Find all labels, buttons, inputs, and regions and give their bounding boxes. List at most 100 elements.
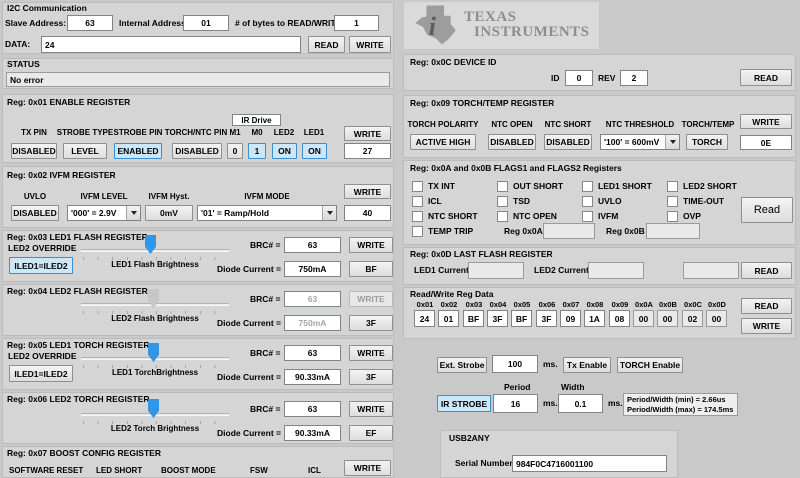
device-rev-field[interactable]: 2 <box>620 70 648 86</box>
icl-checkbox[interactable] <box>412 196 423 207</box>
regdata-value-0x07[interactable]: 09 <box>560 310 581 327</box>
uvlo-button[interactable]: DISABLED <box>11 205 59 221</box>
ovp-checkbox[interactable] <box>667 211 678 222</box>
ivfm-mode-dropdown[interactable]: '01' = Ramp/Hold <box>197 205 337 221</box>
status-group: STATUS No error <box>2 58 394 89</box>
reg03-write-button[interactable]: WRITE <box>349 237 393 253</box>
reg06-write-button[interactable]: WRITE <box>349 401 393 417</box>
temp-trip-label: TEMP TRIP <box>428 226 474 236</box>
reg04-diode-label: Diode Current = <box>217 318 281 328</box>
regdata-value-0x09[interactable]: 08 <box>609 310 630 327</box>
reg0c-device-id-group: Reg: 0x0C DEVICE ID ID 0 REV 2 READ <box>403 54 796 91</box>
tx-int-checkbox[interactable] <box>412 181 423 192</box>
m1-button[interactable]: 0 <box>227 143 243 159</box>
m0-button[interactable]: 1 <box>248 143 266 159</box>
led2-short-label: LED2 SHORT <box>683 181 737 191</box>
dropdown-arrow-icon[interactable] <box>322 206 336 220</box>
reg05-iled1-iled2-button[interactable]: ILED1=ILED2 <box>9 365 73 382</box>
ivfm-checkbox[interactable] <box>582 211 593 222</box>
regdata-value-0x04[interactable]: 3F <box>487 310 508 327</box>
ntc-open-button[interactable]: DISABLED <box>488 134 536 150</box>
time-out-checkbox[interactable] <box>667 196 678 207</box>
reg01-write-button[interactable]: WRITE <box>344 126 391 141</box>
reg0c-read-button[interactable]: READ <box>740 69 792 86</box>
ivfm-level-dropdown[interactable]: '000' = 2.9V <box>67 205 141 221</box>
regdata-value-0x03[interactable]: BF <box>463 310 484 327</box>
torch-ntc-pin-button[interactable]: DISABLED <box>172 143 222 159</box>
regdata-write-button[interactable]: WRITE <box>741 318 792 334</box>
reg0b-value-field <box>646 223 700 239</box>
led1-flash-brightness-slider[interactable] <box>81 249 229 252</box>
flags-read-button[interactable]: Read <box>741 197 793 223</box>
torch-polarity-button[interactable]: ACTIVE HIGH <box>410 134 476 150</box>
ext-strobe-ms-field[interactable]: 100 <box>492 355 538 373</box>
temp-trip-checkbox[interactable] <box>412 226 423 237</box>
tsd-checkbox[interactable] <box>497 196 508 207</box>
strobe-type-button[interactable]: LEVEL <box>63 143 107 159</box>
data-field[interactable]: 24 <box>41 36 301 53</box>
icl-flag-label: ICL <box>428 196 442 206</box>
torch-enable-button[interactable]: TORCH Enable <box>617 357 683 373</box>
regdata-value-0x08[interactable]: 1A <box>584 310 605 327</box>
reg09-write-button[interactable]: WRITE <box>740 114 792 129</box>
reg09-torch-temp-group: Reg: 0x09 TORCH/TEMP REGISTER TORCH POLA… <box>403 95 796 158</box>
i2c-read-button[interactable]: READ <box>308 36 345 53</box>
ntc-short-checkbox[interactable] <box>412 211 423 222</box>
byte-count-field[interactable]: 1 <box>334 15 379 31</box>
dropdown-arrow-icon[interactable] <box>665 135 679 149</box>
tx-enable-button[interactable]: Tx Enable <box>563 357 611 373</box>
ir-strobe-period-field[interactable]: 16 <box>493 394 538 413</box>
reg05-diode-field[interactable]: 90.33mA <box>284 369 341 385</box>
regdata-value-0x02[interactable]: 01 <box>438 310 459 327</box>
reg03-iled1-iled2-button[interactable]: ILED1=ILED2 <box>9 257 73 274</box>
reg03-diode-field[interactable]: 750mA <box>284 261 341 277</box>
reg01-value-field[interactable]: 27 <box>344 143 391 159</box>
ir-drive-label: IR Drive <box>232 114 281 126</box>
reg05-brc-field[interactable]: 63 <box>284 345 341 361</box>
regdata-header: 0x02 <box>440 300 458 309</box>
tx-pin-button[interactable]: DISABLED <box>11 143 57 159</box>
ext-strobe-button[interactable]: Ext. Strobe <box>437 357 487 373</box>
ntc-open-checkbox[interactable] <box>497 211 508 222</box>
ir-strobe-button[interactable]: IR STROBE <box>437 395 491 412</box>
reg02-write-button[interactable]: WRITE <box>344 184 391 199</box>
reg04-hex-value: 3F <box>349 315 393 331</box>
i2c-write-button[interactable]: WRITE <box>349 36 391 53</box>
internal-address-field[interactable]: 01 <box>183 15 229 31</box>
reg04-write-button: WRITE <box>349 291 393 307</box>
reg06-brc-field[interactable]: 63 <box>284 401 341 417</box>
regdata-value-0x06[interactable]: 3F <box>536 310 557 327</box>
dropdown-arrow-icon[interactable] <box>126 206 140 220</box>
reg06-led2-torch-group: Reg: 0x06 LED2 TORCH REGISTER LED2 Torch… <box>2 392 394 444</box>
reg0c-title: Reg: 0x0C DEVICE ID <box>410 57 497 67</box>
reg04-led2-flash-group: Reg: 0x04 LED2 FLASH REGISTER LED2 Flash… <box>2 284 394 336</box>
reg07-write-button[interactable]: WRITE <box>344 460 391 476</box>
reg0b-label: Reg 0x0B <box>606 226 645 236</box>
ntc-threshold-dropdown[interactable]: '100' = 600mV <box>600 134 680 150</box>
reg03-brc-field[interactable]: 63 <box>284 237 341 253</box>
reg02-value-field[interactable]: 40 <box>344 205 391 221</box>
uvlo-flag-label: UVLO <box>598 196 622 206</box>
ir-strobe-width-field[interactable]: 0.1 <box>558 394 603 413</box>
strobe-pin-button[interactable]: ENABLED <box>114 143 162 159</box>
reg06-brc-label: BRC# = <box>250 404 281 414</box>
led2-short-checkbox[interactable] <box>667 181 678 192</box>
reg05-write-button[interactable]: WRITE <box>349 345 393 361</box>
device-id-field[interactable]: 0 <box>565 70 593 86</box>
reg06-diode-field[interactable]: 90.33mA <box>284 425 341 441</box>
reg0d-read-button[interactable]: READ <box>741 262 792 279</box>
slave-address-field[interactable]: 63 <box>67 15 113 31</box>
regdata-header: 0x03 <box>465 300 483 309</box>
led1-button[interactable]: ON <box>302 143 327 159</box>
torch-temp-button[interactable]: TORCH <box>686 134 728 150</box>
led1-short-checkbox[interactable] <box>582 181 593 192</box>
regdata-read-button[interactable]: READ <box>741 298 792 314</box>
ivfm-hyst-box: 0mV <box>145 205 193 221</box>
regdata-value-0x05[interactable]: BF <box>511 310 532 327</box>
out-short-checkbox[interactable] <box>497 181 508 192</box>
regdata-value-0x01[interactable]: 24 <box>414 310 435 327</box>
led2-button[interactable]: ON <box>272 143 297 159</box>
uvlo-checkbox[interactable] <box>582 196 593 207</box>
ntc-short-button[interactable]: DISABLED <box>544 134 592 150</box>
reg09-value-field[interactable]: 0E <box>740 135 792 150</box>
